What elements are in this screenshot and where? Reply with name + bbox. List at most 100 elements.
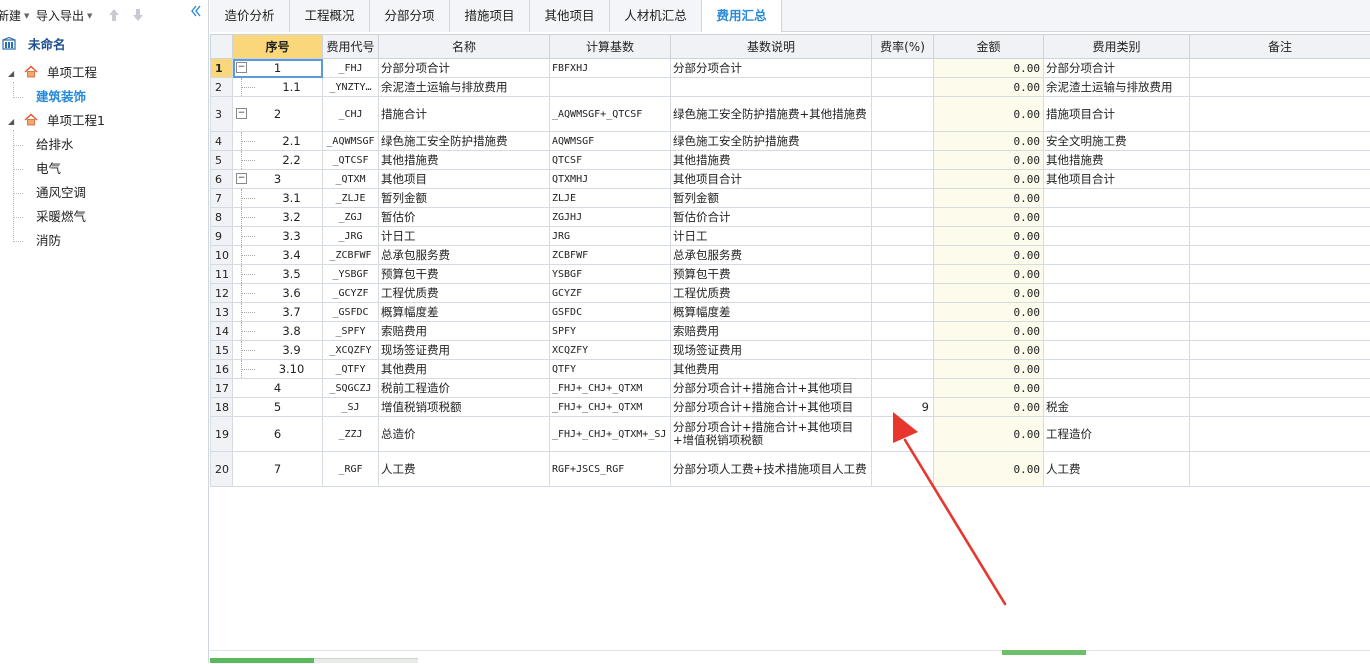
cell-code[interactable]: _QTFY (323, 360, 379, 379)
cell-code[interactable]: _YSBGF (323, 265, 379, 284)
row-number[interactable]: 16 (211, 360, 233, 379)
tree-root[interactable]: 未命名 (2, 34, 66, 56)
cell-code[interactable]: _JRG (323, 227, 379, 246)
cell-seq[interactable]: 4 (233, 379, 323, 398)
table-row[interactable]: 153.9_XCQZFY现场签证费用XCQZFY现场签证费用0.00 (211, 341, 1370, 360)
cell-category[interactable] (1044, 265, 1190, 284)
row-number[interactable]: 5 (211, 151, 233, 170)
cell-seq[interactable]: 2.1 (233, 132, 323, 151)
new-button[interactable]: 新建▼ (0, 7, 29, 24)
cell-base[interactable]: ZGJHJ (550, 208, 671, 227)
tree-item-building-decoration[interactable]: 建筑装饰 (36, 86, 86, 108)
cell-seq[interactable]: 3.1 (233, 189, 323, 208)
cell-category[interactable]: 人工费 (1044, 452, 1190, 487)
cell-base[interactable]: XCQZFY (550, 341, 671, 360)
cell-base[interactable]: RGF+JSCS_RGF (550, 452, 671, 487)
cell-rate[interactable] (872, 132, 934, 151)
cell-amount[interactable]: 0.00 (934, 189, 1044, 208)
header-amount[interactable]: 金额 (934, 35, 1044, 59)
tab-other-items[interactable]: 其他项目 (530, 0, 610, 32)
cell-category[interactable] (1044, 284, 1190, 303)
splitter-handle[interactable] (1002, 650, 1086, 655)
cell-name[interactable]: 增值税销项税额 (379, 398, 550, 417)
cell-note[interactable] (1190, 59, 1370, 78)
bottom-tab[interactable] (314, 658, 418, 663)
table-row[interactable]: 1−1_FHJ分部分项合计FBFXHJ分部分项合计0.00分部分项合计 (211, 59, 1370, 78)
cell-seq[interactable]: 1.1 (233, 78, 323, 97)
cell-seq[interactable]: 3.10 (233, 360, 323, 379)
cell-seq[interactable]: 3.2 (233, 208, 323, 227)
cell-base-desc[interactable]: 工程优质费 (671, 284, 872, 303)
cell-code[interactable]: _YNZTY… (323, 78, 379, 97)
collapse-toggle-icon[interactable]: − (236, 62, 247, 73)
cell-seq[interactable]: 5 (233, 398, 323, 417)
cell-note[interactable] (1190, 303, 1370, 322)
row-number[interactable]: 8 (211, 208, 233, 227)
cell-rate[interactable] (872, 303, 934, 322)
cell-amount[interactable]: 0.00 (934, 398, 1044, 417)
row-number[interactable]: 10 (211, 246, 233, 265)
expand-triangle-icon[interactable]: ◢ (8, 63, 20, 85)
cell-base-desc[interactable]: 总承包服务费 (671, 246, 872, 265)
cell-category[interactable]: 工程造价 (1044, 417, 1190, 452)
cell-rate[interactable] (872, 151, 934, 170)
cell-amount[interactable]: 0.00 (934, 265, 1044, 284)
header-base[interactable]: 计算基数 (550, 35, 671, 59)
tab-project-overview[interactable]: 工程概况 (290, 0, 370, 32)
collapse-panel-icon[interactable] (188, 3, 204, 19)
cell-name[interactable]: 其他费用 (379, 360, 550, 379)
row-number[interactable]: 4 (211, 132, 233, 151)
cell-amount[interactable]: 0.00 (934, 170, 1044, 189)
header-name[interactable]: 名称 (379, 35, 550, 59)
table-row[interactable]: 207_RGF人工费RGF+JSCS_RGF分部分项人工费+技术措施项目人工费0… (211, 452, 1370, 487)
cell-base[interactable]: _FHJ+_CHJ+_QTXM (550, 379, 671, 398)
cell-code[interactable]: _QTCSF (323, 151, 379, 170)
cell-note[interactable] (1190, 398, 1370, 417)
cell-note[interactable] (1190, 360, 1370, 379)
cell-seq[interactable]: 3.9 (233, 341, 323, 360)
cell-base[interactable]: GCYZF (550, 284, 671, 303)
cell-seq[interactable]: 3.6 (233, 284, 323, 303)
cell-seq[interactable]: 3.8 (233, 322, 323, 341)
row-number[interactable]: 7 (211, 189, 233, 208)
import-export-button[interactable]: 导入导出▼ (36, 7, 92, 24)
cell-code[interactable]: _FHJ (323, 59, 379, 78)
bottom-tab-active[interactable] (210, 658, 314, 663)
cell-rate[interactable] (872, 341, 934, 360)
header-note[interactable]: 备注 (1190, 35, 1370, 59)
cell-amount[interactable]: 0.00 (934, 417, 1044, 452)
table-row[interactable]: 196_ZZJ总造价_FHJ+_CHJ+_QTXM+_SJ分部分项合计+措施合计… (211, 417, 1370, 452)
cell-name[interactable]: 分部分项合计 (379, 59, 550, 78)
table-row[interactable]: 3−2_CHJ措施合计_AQWMSGF+_QTCSF绿色施工安全防护措施费+其他… (211, 97, 1370, 132)
tab-cost-analysis[interactable]: 造价分析 (210, 0, 290, 32)
collapse-toggle-icon[interactable]: − (236, 108, 247, 119)
cell-note[interactable] (1190, 227, 1370, 246)
tree-item-electric[interactable]: 电气 (36, 158, 61, 180)
cell-code[interactable]: _CHJ (323, 97, 379, 132)
row-number[interactable]: 9 (211, 227, 233, 246)
cell-code[interactable]: _SJ (323, 398, 379, 417)
cell-code[interactable]: _GSFDC (323, 303, 379, 322)
table-row[interactable]: 185_SJ增值税销项税额_FHJ+_CHJ+_QTXM分部分项合计+措施合计+… (211, 398, 1370, 417)
cell-category[interactable] (1044, 322, 1190, 341)
row-number[interactable]: 18 (211, 398, 233, 417)
cell-base-desc[interactable]: 分部分项合计+措施合计+其他项目+增值税销项税额 (671, 417, 872, 452)
cell-base[interactable]: JRG (550, 227, 671, 246)
cell-rate[interactable]: 9 (872, 398, 934, 417)
cell-note[interactable] (1190, 341, 1370, 360)
cell-category[interactable] (1044, 360, 1190, 379)
table-row[interactable]: 73.1_ZLJE暂列金额ZLJE暂列金额0.00 (211, 189, 1370, 208)
cell-amount[interactable]: 0.00 (934, 78, 1044, 97)
cell-category[interactable]: 措施项目合计 (1044, 97, 1190, 132)
cell-base-desc[interactable]: 现场签证费用 (671, 341, 872, 360)
cell-name[interactable]: 工程优质费 (379, 284, 550, 303)
cell-amount[interactable]: 0.00 (934, 151, 1044, 170)
cell-name[interactable]: 其他措施费 (379, 151, 550, 170)
cell-name[interactable]: 概算幅度差 (379, 303, 550, 322)
cell-rate[interactable] (872, 379, 934, 398)
cell-base[interactable] (550, 78, 671, 97)
cell-code[interactable]: _XCQZFY (323, 341, 379, 360)
cell-base-desc[interactable]: 分部分项人工费+技术措施项目人工费 (671, 452, 872, 487)
cell-note[interactable] (1190, 208, 1370, 227)
tree-item-hvac[interactable]: 通风空调 (36, 182, 86, 204)
